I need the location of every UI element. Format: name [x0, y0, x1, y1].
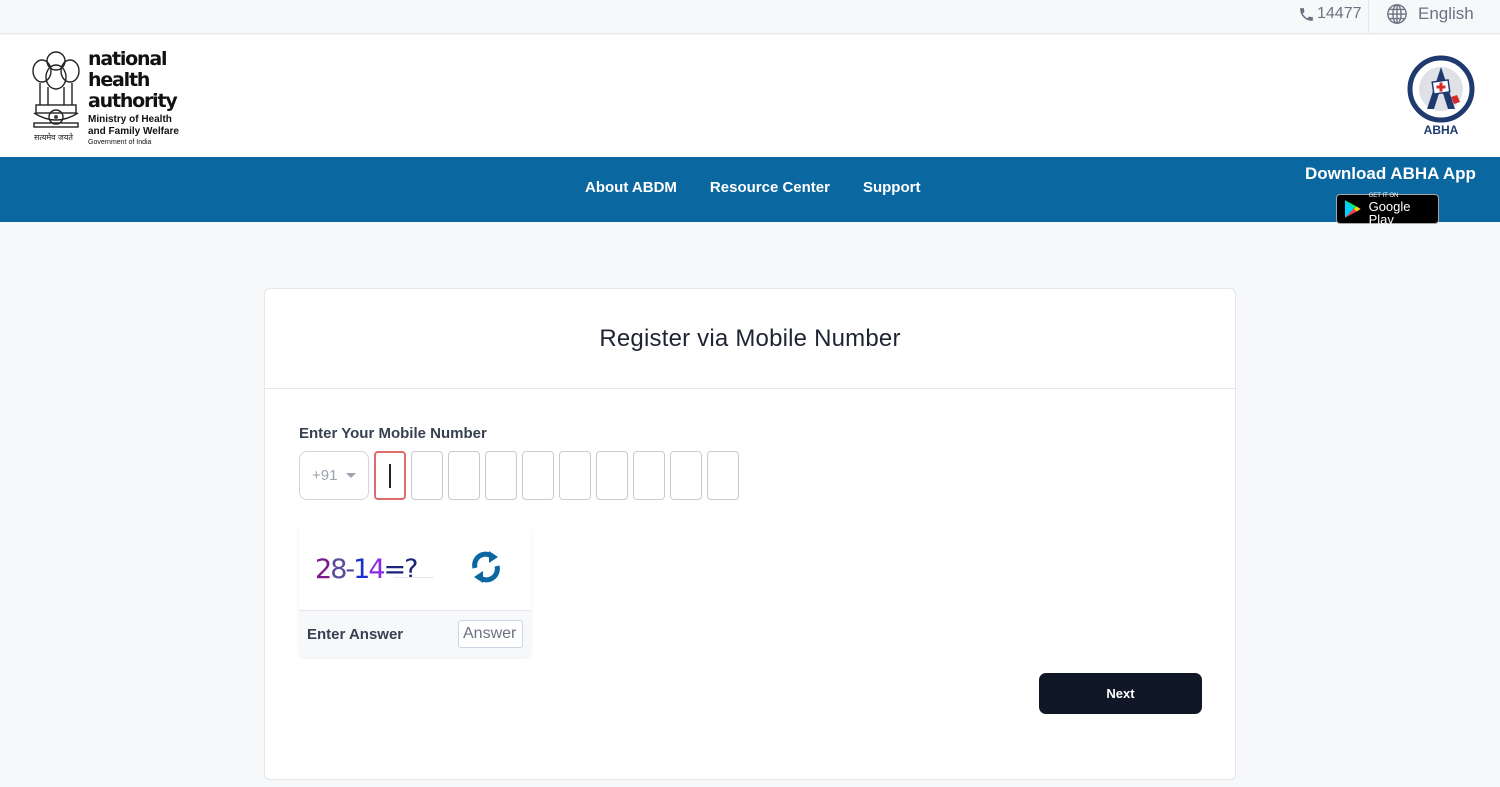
captcha-char: 2: [315, 554, 332, 585]
mobile-digit-9[interactable]: [670, 451, 702, 500]
nha-title-line1: national: [88, 48, 167, 70]
nha-logo[interactable]: सत्यमेव जयते national health authority M…: [28, 47, 188, 147]
globe-icon: [1387, 4, 1407, 24]
captcha-answer-input[interactable]: [458, 620, 523, 648]
topbar-divider: [1368, 0, 1369, 34]
captcha-box: 28-14=? Enter Answer: [299, 526, 531, 657]
nha-title-line3: authority: [88, 90, 178, 112]
phone-icon: [1300, 7, 1313, 21]
abha-emblem-icon: [1407, 55, 1475, 123]
mobile-digit-6[interactable]: [559, 451, 591, 500]
site-header: सत्यमेव जयते national health authority M…: [0, 35, 1500, 157]
captcha-noise-line: [394, 577, 434, 578]
mobile-digit-10[interactable]: [707, 451, 739, 500]
download-app-section: Download ABHA App GET IT ON Google Play: [1305, 164, 1476, 226]
text-cursor: [389, 464, 391, 488]
captcha-char: 1: [353, 554, 370, 585]
google-play-small: GET IT ON: [1368, 192, 1399, 199]
emblem-caption: सत्यमेव जयते: [34, 133, 73, 142]
ministry-line2: and Family Welfare: [88, 126, 179, 137]
captcha-char: =?: [383, 554, 419, 585]
register-card: Register via Mobile Number Enter Your Mo…: [264, 288, 1236, 780]
mobile-number-label: Enter Your Mobile Number: [299, 425, 487, 442]
google-play-text: GET IT ON Google Play: [1369, 193, 1438, 226]
government-label: Government of India: [88, 139, 152, 146]
google-play-big: Google Play: [1368, 198, 1411, 227]
captcha-char: 4: [368, 554, 385, 585]
language-selector[interactable]: English: [1386, 2, 1474, 26]
google-play-icon: [1344, 200, 1361, 218]
nav-links: About ABDM Resource Center Support: [585, 179, 920, 196]
main-navbar: About ABDM Resource Center Support Downl…: [0, 157, 1500, 226]
mobile-digit-8[interactable]: [633, 451, 665, 500]
refresh-icon: [472, 551, 500, 583]
country-code-value: +91: [312, 467, 338, 484]
abha-label: ABHA: [1423, 123, 1459, 137]
mobile-digit-4[interactable]: [485, 451, 517, 500]
card-header: Register via Mobile Number: [265, 289, 1235, 389]
answer-label: Enter Answer: [307, 626, 404, 643]
captcha-char: -: [345, 554, 355, 585]
helpline-number: 14477: [1317, 5, 1362, 22]
mobile-digit-1[interactable]: [374, 451, 406, 500]
helpline[interactable]: 14477: [1298, 3, 1362, 25]
national-emblem-icon: सत्यमेव जयते: [28, 47, 84, 143]
top-utility-bar: 14477 English: [0, 0, 1500, 34]
next-button[interactable]: Next: [1039, 673, 1202, 714]
download-app-title: Download ABHA App: [1305, 164, 1476, 183]
mobile-digit-2[interactable]: [411, 451, 443, 500]
google-play-badge[interactable]: GET IT ON Google Play: [1336, 193, 1439, 226]
ministry-line1: Ministry of Health: [88, 114, 172, 125]
captcha-char: 8: [330, 554, 347, 585]
captcha-answer-row: Enter Answer: [299, 610, 531, 657]
refresh-captcha-button[interactable]: [469, 548, 503, 586]
mobile-digit-7[interactable]: [596, 451, 628, 500]
captcha-image: 28-14=?: [315, 554, 419, 588]
language-label: English: [1418, 4, 1474, 23]
nha-text: national health authority Ministry of He…: [88, 47, 179, 147]
nav-resource-center[interactable]: Resource Center: [710, 179, 830, 196]
nav-support[interactable]: Support: [863, 179, 921, 196]
nha-title-line2: health: [88, 69, 150, 91]
mobile-digit-5[interactable]: [522, 451, 554, 500]
nav-about-abdm[interactable]: About ABDM: [585, 179, 677, 196]
mobile-digit-3[interactable]: [448, 451, 480, 500]
mobile-number-input-group: +91: [299, 451, 739, 500]
chevron-down-icon: [346, 473, 357, 478]
page-title: Register via Mobile Number: [599, 324, 901, 352]
country-code-select[interactable]: +91: [299, 451, 369, 500]
abha-logo[interactable]: ABHA: [1405, 55, 1477, 140]
